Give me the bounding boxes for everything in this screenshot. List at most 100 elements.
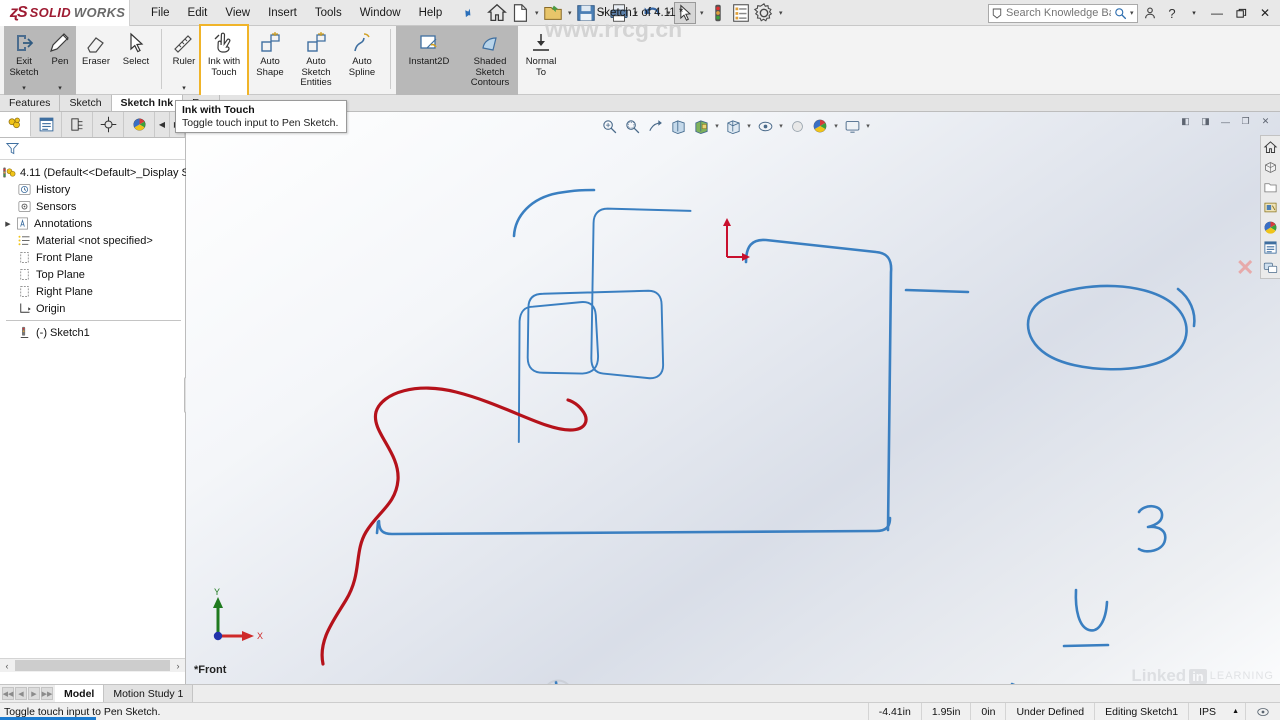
menu-item-help[interactable]: Help bbox=[410, 3, 452, 23]
menu-item-file[interactable]: File bbox=[142, 3, 179, 23]
tree-item-origin[interactable]: Origin bbox=[2, 300, 185, 317]
menu-item-tools[interactable]: Tools bbox=[306, 3, 351, 23]
filter-funnel-icon[interactable] bbox=[5, 141, 20, 156]
select-cursor-icon[interactable] bbox=[674, 1, 697, 24]
open-document-icon[interactable] bbox=[542, 2, 564, 24]
status-units-caret-icon[interactable]: ▲ bbox=[1226, 703, 1245, 720]
eraser-icon bbox=[84, 30, 108, 56]
undo-dropdown-icon[interactable]: ▾ bbox=[664, 9, 673, 17]
tree-item-right-plane[interactable]: Right Plane bbox=[2, 283, 185, 300]
tree-horizontal-scrollbar[interactable]: ‹ › bbox=[0, 658, 185, 672]
search-input[interactable] bbox=[1006, 7, 1111, 19]
auto-shape-button[interactable]: Auto Shape bbox=[247, 26, 293, 95]
view-home-icon[interactable] bbox=[1262, 138, 1280, 156]
status-overlay-icon[interactable] bbox=[1245, 703, 1280, 720]
menu-item-window[interactable]: Window bbox=[351, 3, 410, 23]
new-document-icon[interactable] bbox=[509, 2, 531, 24]
display-manager-tab[interactable] bbox=[124, 112, 155, 137]
tree-item-front-plane[interactable]: Front Plane bbox=[2, 249, 185, 266]
menu-item-view[interactable]: View bbox=[216, 3, 259, 23]
close-sketch-x-icon[interactable]: ✕ bbox=[1236, 255, 1254, 281]
options-gear-icon[interactable] bbox=[753, 2, 775, 24]
appearances-icon[interactable] bbox=[1262, 158, 1280, 176]
property-manager-tab[interactable] bbox=[31, 112, 62, 137]
tree-item-material[interactable]: Material <not specified> bbox=[2, 232, 185, 249]
nav-prev-button[interactable]: ◀ bbox=[15, 687, 27, 700]
print-icon[interactable] bbox=[608, 2, 630, 24]
print-dropdown-icon[interactable]: ▾ bbox=[631, 9, 640, 17]
manager-tabs-prev-button[interactable]: ◀ bbox=[155, 112, 170, 137]
open-document-dropdown-icon[interactable]: ▾ bbox=[565, 9, 574, 17]
tree-item-part[interactable]: 4.11 (Default<<Default>_Display State bbox=[2, 164, 207, 181]
select-cursor-dropdown-icon[interactable]: ▾ bbox=[697, 9, 706, 17]
ribbon-toolbar: Exit Sketch ▾ Pen ▾ Eraser Select Ruler … bbox=[0, 24, 1280, 97]
ruler-caret-icon[interactable]: ▾ bbox=[182, 84, 186, 92]
select-button[interactable]: Select bbox=[116, 26, 156, 95]
tab-features[interactable]: Features bbox=[0, 95, 61, 111]
graphics-viewport[interactable]: ▾ ▾ ▾ ▾ ▾ ◧ ◨ — ❐ ✕ ✕ Y X *Front Linked … bbox=[186, 112, 1280, 684]
auto-spline-button[interactable]: Auto Spline bbox=[339, 26, 385, 95]
pin-icon[interactable] bbox=[457, 3, 475, 21]
feature-manager-tab[interactable] bbox=[0, 112, 31, 137]
scroll-thumb[interactable] bbox=[15, 660, 170, 671]
eraser-button[interactable]: Eraser bbox=[76, 26, 116, 95]
custom-properties-icon[interactable] bbox=[1262, 238, 1280, 256]
tree-expander[interactable]: ▶ bbox=[2, 220, 14, 228]
tab-sketch-ink[interactable]: Sketch Ink bbox=[111, 95, 184, 111]
tree-item-history[interactable]: History bbox=[2, 181, 185, 198]
help-dropdown-icon[interactable]: ▾ bbox=[1184, 2, 1204, 24]
display-manager-right-icon[interactable] bbox=[1262, 218, 1280, 236]
minimize-window-button[interactable]: — bbox=[1206, 2, 1228, 24]
nav-first-button[interactable]: ◀◀ bbox=[2, 687, 14, 700]
nav-next-button[interactable]: ▶ bbox=[28, 687, 40, 700]
menu-item-edit[interactable]: Edit bbox=[179, 3, 217, 23]
nav-last-button[interactable]: ▶▶ bbox=[41, 687, 53, 700]
search-knowledge-base[interactable]: ▾ bbox=[988, 3, 1138, 23]
comments-icon[interactable] bbox=[1262, 258, 1280, 276]
home-icon[interactable] bbox=[486, 2, 508, 24]
tree-item-sensors[interactable]: Sensors bbox=[2, 198, 185, 215]
decals-icon[interactable] bbox=[1262, 198, 1280, 216]
file-properties-icon[interactable] bbox=[730, 2, 752, 24]
status-units[interactable]: IPS bbox=[1188, 703, 1226, 720]
ink-right-column bbox=[744, 238, 893, 532]
dimxpert-manager-tab[interactable] bbox=[93, 112, 124, 137]
undo-icon[interactable] bbox=[641, 2, 663, 24]
exit-sketch-caret-icon[interactable]: ▾ bbox=[22, 84, 26, 92]
shaded-sketch-contours-label: Shaded Sketch Contours bbox=[470, 56, 510, 88]
shaded-sketch-contours-button[interactable]: Shaded Sketch Contours bbox=[462, 26, 518, 95]
menu-item-insert[interactable]: Insert bbox=[259, 3, 306, 23]
ink-sketch-canvas[interactable] bbox=[186, 112, 1280, 684]
tree-item-sketch1[interactable]: (-) Sketch1 bbox=[2, 324, 185, 341]
pen-button[interactable]: Pen ▾ bbox=[44, 26, 76, 95]
search-dropdown-icon[interactable]: ▾ bbox=[1130, 9, 1134, 17]
tab-sketch[interactable]: Sketch bbox=[60, 95, 112, 111]
ink-with-touch-button[interactable]: Ink with Touch bbox=[199, 24, 249, 97]
scroll-left-arrow[interactable]: ‹ bbox=[0, 661, 14, 671]
new-document-dropdown-icon[interactable]: ▾ bbox=[532, 9, 541, 17]
save-icon[interactable] bbox=[575, 2, 597, 24]
restore-window-button[interactable] bbox=[1230, 2, 1252, 24]
options-dropdown-icon[interactable]: ▾ bbox=[776, 9, 785, 17]
configuration-manager-tab[interactable] bbox=[62, 112, 93, 137]
search-icon[interactable] bbox=[1114, 7, 1127, 20]
ink-underline bbox=[1062, 643, 1110, 648]
user-account-icon[interactable] bbox=[1140, 2, 1160, 24]
normal-to-button[interactable]: Normal To bbox=[518, 26, 564, 95]
instant2d-button[interactable]: Instant2D bbox=[396, 26, 462, 95]
pen-caret-icon[interactable]: ▾ bbox=[58, 84, 62, 92]
bottom-tab-model[interactable]: Model bbox=[55, 685, 105, 702]
save-dropdown-icon[interactable]: ▾ bbox=[598, 9, 607, 17]
tree-item-annotations[interactable]: ▶ Annotations bbox=[2, 215, 185, 232]
tree-item-top-plane[interactable]: Top Plane bbox=[2, 266, 185, 283]
rebuild-icon[interactable] bbox=[707, 2, 729, 24]
scenes-folder-icon[interactable] bbox=[1262, 178, 1280, 196]
close-window-button[interactable]: ✕ bbox=[1254, 2, 1276, 24]
bottom-tab-motion-study[interactable]: Motion Study 1 bbox=[104, 685, 194, 702]
scroll-right-arrow[interactable]: › bbox=[171, 661, 185, 671]
ruler-button[interactable]: Ruler ▾ bbox=[167, 26, 201, 95]
tree-filter-row[interactable] bbox=[0, 138, 185, 160]
exit-sketch-button[interactable]: Exit Sketch ▾ bbox=[4, 26, 44, 95]
auto-sketch-entities-button[interactable]: Auto Sketch Entities bbox=[293, 26, 339, 95]
help-icon[interactable]: ? bbox=[1162, 2, 1182, 24]
